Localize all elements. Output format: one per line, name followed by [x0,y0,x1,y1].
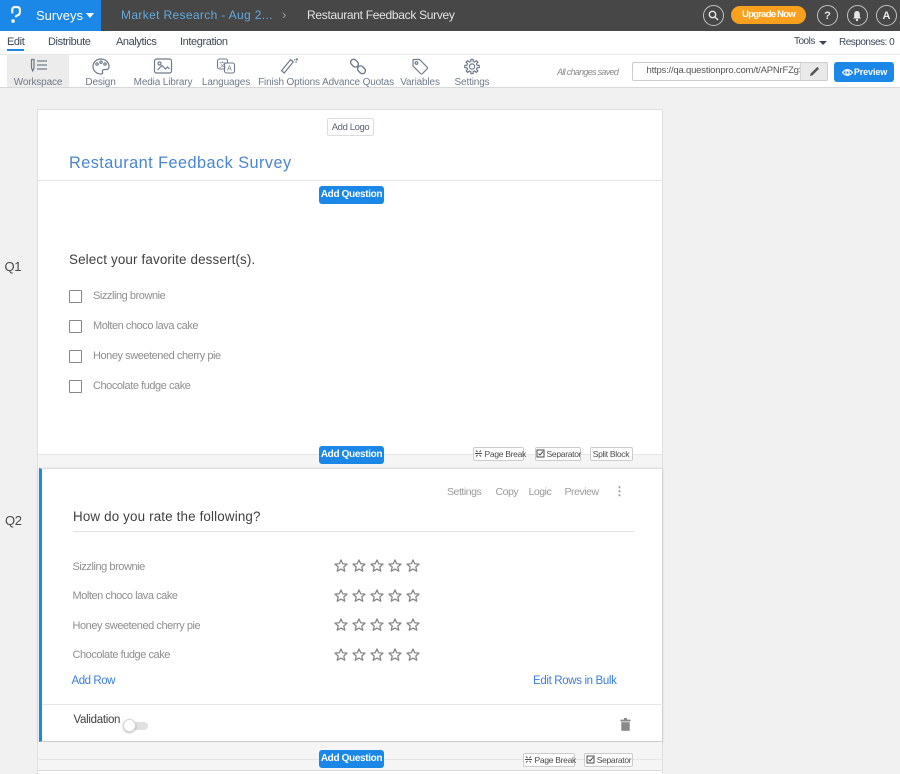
svg-text:文: 文 [219,60,226,69]
svg-text:A: A [227,66,232,73]
